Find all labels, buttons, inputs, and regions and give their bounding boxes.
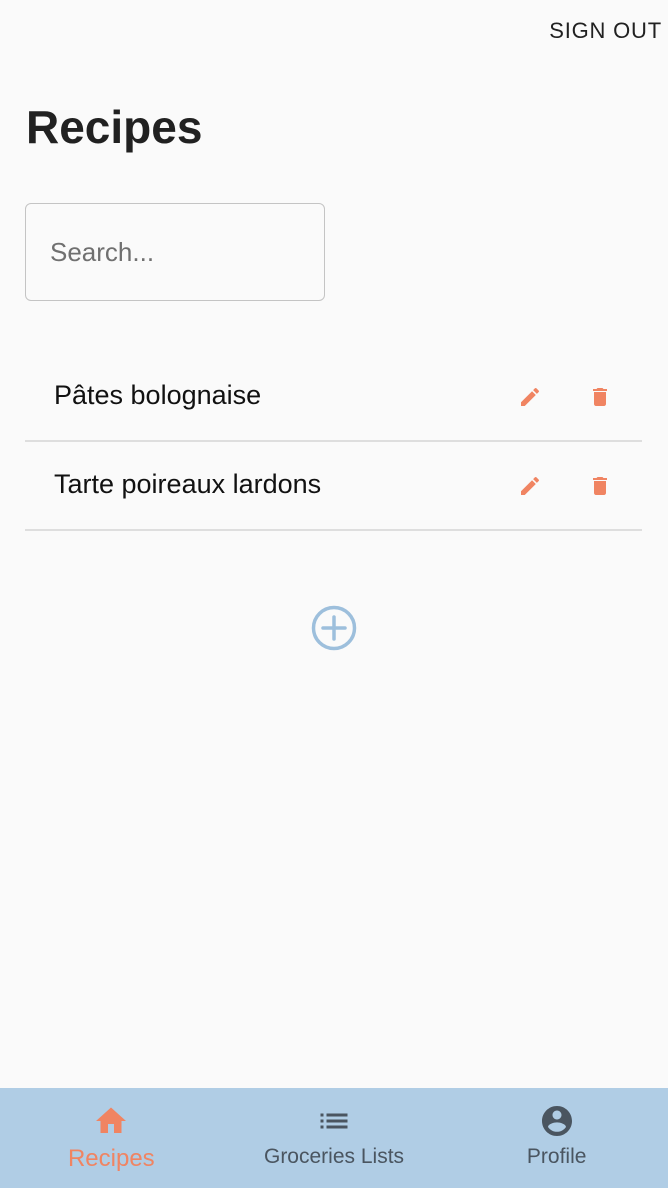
edit-button[interactable] xyxy=(515,382,545,412)
pencil-icon xyxy=(521,476,540,495)
list-icon xyxy=(316,1103,352,1139)
recipe-list: Pâtes bolognaise Tarte poireaux lardons xyxy=(25,353,642,531)
nav-item-profile[interactable]: Profile xyxy=(445,1088,668,1188)
bottom-navigation: Recipes Groceries Lists Profile xyxy=(0,1088,668,1188)
nav-label: Groceries Lists xyxy=(263,1145,405,1168)
recipes-screen: SIGN OUT Recipes Pâtes bolognaise Tarte … xyxy=(0,0,668,1188)
delete-button[interactable] xyxy=(585,471,615,501)
nav-label: Recipes xyxy=(67,1145,155,1172)
search-input[interactable] xyxy=(25,203,325,301)
page-title: Recipes xyxy=(26,101,203,153)
delete-button[interactable] xyxy=(585,382,615,412)
nav-item-recipes[interactable]: Recipes xyxy=(0,1088,223,1188)
nav-label: Profile xyxy=(526,1145,587,1168)
recipe-name: Tarte poireaux lardons xyxy=(54,469,322,499)
sign-out-button[interactable]: SIGN OUT xyxy=(549,18,662,44)
trash-icon xyxy=(593,477,607,495)
trash-icon xyxy=(593,388,607,406)
edit-button[interactable] xyxy=(515,471,545,501)
add-recipe-button[interactable] xyxy=(311,605,357,651)
account-circle-icon xyxy=(539,1103,575,1139)
recipe-name: Pâtes bolognaise xyxy=(54,380,262,410)
home-icon xyxy=(93,1103,129,1139)
plus-circle-icon xyxy=(311,605,357,651)
recipe-row[interactable]: Pâtes bolognaise xyxy=(25,353,642,442)
recipe-row[interactable]: Tarte poireaux lardons xyxy=(25,442,642,531)
pencil-icon xyxy=(521,387,540,406)
nav-item-groceries-lists[interactable]: Groceries Lists xyxy=(223,1088,446,1188)
